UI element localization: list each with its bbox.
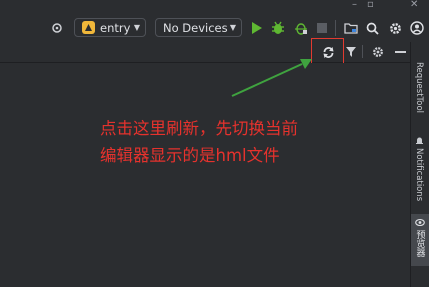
settings-gear-icon[interactable] xyxy=(371,45,385,59)
hide-icon[interactable] xyxy=(393,45,407,59)
main-toolbar: entry ▼ No Devices ▼ xyxy=(0,14,429,42)
annotation-text: 点击这里刷新，先切换当前 编辑器显示的是hml文件 xyxy=(100,119,298,165)
chevron-down-icon: ▼ xyxy=(229,23,236,32)
sidebar-item-label: 预览器 xyxy=(414,230,425,257)
sidebar-item-label: Notifications xyxy=(414,148,424,202)
settings-gear-icon[interactable] xyxy=(388,21,402,35)
run-config-selector[interactable]: entry ▼ xyxy=(74,18,146,37)
right-tool-strip: RequestTool Notifications 预览器 xyxy=(410,42,429,287)
chevron-down-icon: ▼ xyxy=(133,23,140,32)
account-icon[interactable] xyxy=(409,20,425,36)
previewer-content xyxy=(0,63,410,287)
eye-icon xyxy=(415,218,425,227)
project-structure-icon[interactable] xyxy=(343,21,358,35)
search-icon[interactable] xyxy=(365,21,379,35)
restore-icon[interactable]: ▫ xyxy=(367,0,374,10)
target-icon[interactable] xyxy=(50,21,64,35)
stop-icon[interactable] xyxy=(316,22,328,34)
previewer-header xyxy=(0,42,410,63)
header-divider xyxy=(362,45,363,58)
annotation-arrow xyxy=(231,59,312,97)
title-bar: – ▫ ✕ xyxy=(0,0,429,14)
run-config-label: entry xyxy=(100,20,131,35)
sidebar-item-previewer[interactable]: 预览器 xyxy=(411,214,429,266)
filter-icon[interactable] xyxy=(344,45,358,59)
sidebar-item-label: RequestTool xyxy=(414,62,424,114)
toolbar-divider xyxy=(335,20,336,36)
app-module-icon xyxy=(82,21,95,34)
attach-debugger-icon[interactable] xyxy=(293,20,309,36)
sidebar-item-notifications[interactable]: Notifications xyxy=(414,136,424,201)
sidebar-item-requesttool[interactable]: RequestTool xyxy=(414,62,424,113)
debug-icon[interactable] xyxy=(270,20,286,36)
close-window-icon[interactable]: ✕ xyxy=(410,0,418,10)
device-label: No Devices xyxy=(163,20,228,35)
minimize-icon[interactable]: – xyxy=(352,0,357,10)
bell-icon xyxy=(414,136,424,145)
device-selector[interactable]: No Devices ▼ xyxy=(155,18,242,37)
run-icon[interactable] xyxy=(249,21,263,35)
